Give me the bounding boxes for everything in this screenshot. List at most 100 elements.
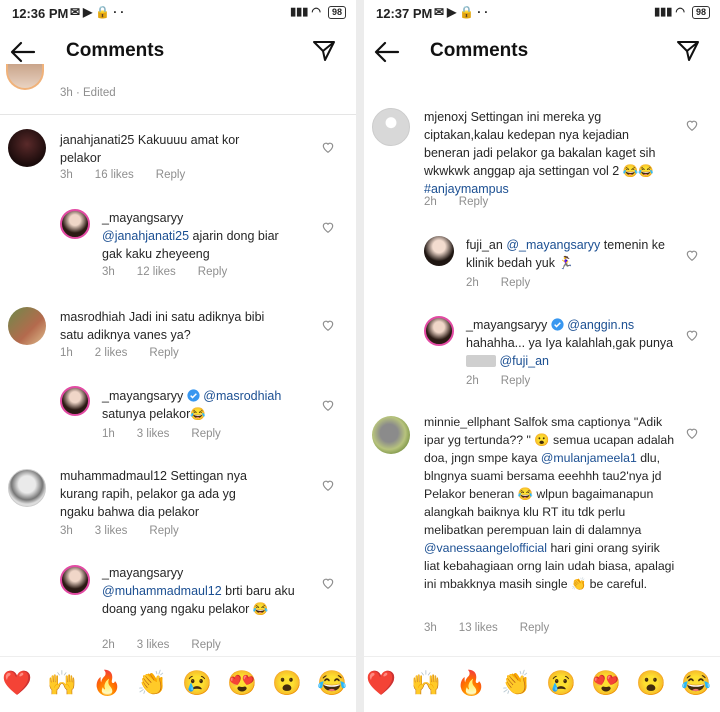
direct-send-icon[interactable] [676, 39, 700, 63]
direct-send-icon[interactable] [312, 39, 336, 63]
avatar[interactable] [372, 416, 410, 454]
status-bar: 12:37 PM ✉▶🔒·· ▮▮▮ ◠ 98 [364, 0, 720, 26]
reply-link[interactable]: Reply [149, 347, 178, 359]
avatar[interactable] [8, 307, 46, 345]
avatar[interactable] [8, 129, 46, 167]
clapping-emoji-button[interactable]: 👏 [501, 669, 531, 699]
avatar[interactable] [424, 236, 454, 266]
reply-link[interactable]: Reply [501, 277, 530, 289]
laughing-emoji-button[interactable]: 😂 [681, 669, 711, 699]
reply-link[interactable]: Reply [156, 169, 185, 181]
avatar[interactable] [372, 108, 410, 146]
fire-emoji-button[interactable]: 🔥 [92, 669, 122, 699]
like-heart-icon[interactable] [321, 140, 335, 154]
likes-count[interactable]: 3 likes [95, 525, 128, 537]
comment-username[interactable]: _mayangsaryy [102, 389, 183, 403]
reply-link[interactable]: Reply [191, 639, 220, 651]
heart-eyes-emoji-button[interactable]: 😍 [591, 669, 621, 699]
like-heart-icon[interactable] [321, 318, 335, 332]
mention-link[interactable]: @muhammadmaul12 [102, 584, 222, 598]
reply-link[interactable]: Reply [149, 525, 178, 537]
like-heart-icon[interactable] [321, 576, 335, 590]
surprised-emoji-button[interactable]: 😮 [272, 669, 302, 699]
reply-link[interactable]: Reply [191, 428, 220, 440]
mention-link[interactable]: @masrodhiah [203, 389, 281, 403]
comment-text: mjenoxj Settingan ini mereka yg ciptakan… [424, 108, 674, 198]
right-screenshot: 12:37 PM ✉▶🔒·· ▮▮▮ ◠ 98 Comments mjenoxj… [364, 0, 720, 712]
hashtag-link[interactable]: #anjaymampus [424, 182, 509, 196]
back-arrow-icon[interactable] [372, 38, 402, 66]
comment-meta: 3h 13 likes Reply [424, 622, 571, 634]
comment-text: _mayangsaryy @muhammadmaul12 brti baru a… [102, 564, 312, 618]
redacted-block [466, 355, 496, 367]
status-time: 12:37 PM [376, 6, 433, 21]
comment-text: _mayangsaryy @masrodhiah satunya pelakor… [102, 387, 312, 423]
likes-count[interactable]: 3 likes [137, 639, 170, 651]
battery-icon: 98 [327, 6, 346, 19]
surprised-emoji-button[interactable]: 😮 [636, 669, 666, 699]
likes-count[interactable]: 3 likes [137, 428, 170, 440]
clapping-emoji-button[interactable]: 👏 [137, 669, 167, 699]
likes-count[interactable]: 13 likes [459, 622, 498, 634]
comment-username[interactable]: _mayangsaryy [102, 211, 183, 225]
avatar[interactable] [60, 386, 90, 416]
avatar[interactable] [60, 209, 90, 239]
like-heart-icon[interactable] [685, 118, 699, 132]
comment-text: masrodhiah Jadi ini satu adiknya bibi sa… [60, 308, 270, 344]
comment-time: 3h [102, 266, 115, 278]
comment-username[interactable]: masrodhiah [60, 310, 125, 324]
like-heart-icon[interactable] [321, 478, 335, 492]
like-heart-icon[interactable] [685, 248, 699, 262]
comment-username[interactable]: _mayangsaryy [466, 318, 547, 332]
back-arrow-icon[interactable] [8, 38, 38, 66]
left-screenshot: 12:36 PM ✉▶🔒·· ▮▮▮ ◠ 98 Comments 3h · Ed… [0, 0, 356, 712]
like-heart-icon[interactable] [321, 220, 335, 234]
mention-link[interactable]: @_mayangsaryy [506, 238, 600, 252]
heart-emoji-button[interactable]: ❤️ [366, 669, 396, 699]
avatar[interactable] [8, 469, 46, 507]
comment-meta: 2h Reply [466, 277, 552, 289]
comment-username[interactable]: muhammadmaul12 [60, 469, 167, 483]
battery-icon: 98 [691, 6, 710, 19]
comment-text: minnie_ellphant Salfok sma captionya "Ad… [424, 413, 676, 593]
likes-count[interactable]: 12 likes [137, 266, 176, 278]
comment-username[interactable]: minnie_ellphant [424, 415, 510, 429]
page-title: Comments [430, 40, 529, 61]
raised-hands-emoji-button[interactable]: 🙌 [411, 669, 441, 699]
like-heart-icon[interactable] [685, 328, 699, 342]
page-title: Comments [66, 40, 165, 61]
like-heart-icon[interactable] [685, 426, 699, 440]
mention-link[interactable]: @vanessaangelofficial [424, 541, 547, 555]
reply-link[interactable]: Reply [198, 266, 227, 278]
likes-count[interactable]: 16 likes [95, 169, 134, 181]
comment-time: 2h [102, 639, 115, 651]
comment-time: 3h [60, 169, 73, 181]
reply-link[interactable]: Reply [459, 196, 488, 208]
reply-link[interactable]: Reply [501, 375, 530, 387]
mention-link[interactable]: @mulanjameela1 [541, 451, 637, 465]
mention-link[interactable]: @fuji_an [499, 354, 549, 368]
crying-emoji-button[interactable]: 😢 [546, 669, 576, 699]
comment-username[interactable]: fuji_an [466, 238, 503, 252]
likes-count[interactable]: 2 likes [95, 347, 128, 359]
comment-username[interactable]: mjenoxj [424, 110, 467, 124]
crying-emoji-button[interactable]: 😢 [182, 669, 212, 699]
comment-username[interactable]: _mayangsaryy [102, 566, 183, 580]
mention-link[interactable]: @anggin.ns [567, 318, 634, 332]
avatar[interactable] [424, 316, 454, 346]
heart-eyes-emoji-button[interactable]: 😍 [227, 669, 257, 699]
comment-meta: 3h 3 likes Reply [60, 525, 201, 537]
avatar[interactable] [60, 565, 90, 595]
comment-meta: 2h Reply [466, 375, 552, 387]
comment-time: 1h [60, 347, 73, 359]
comment-text: janahjanati25 Kakuuuu amat kor pelakor [60, 131, 270, 167]
like-heart-icon[interactable] [321, 398, 335, 412]
fire-emoji-button[interactable]: 🔥 [456, 669, 486, 699]
avatar[interactable] [6, 64, 44, 90]
comment-username[interactable]: janahjanati25 [60, 133, 134, 147]
reply-link[interactable]: Reply [520, 622, 549, 634]
raised-hands-emoji-button[interactable]: 🙌 [47, 669, 77, 699]
heart-emoji-button[interactable]: ❤️ [2, 669, 32, 699]
laughing-emoji-button[interactable]: 😂 [317, 669, 347, 699]
mention-link[interactable]: @janahjanati25 [102, 229, 189, 243]
